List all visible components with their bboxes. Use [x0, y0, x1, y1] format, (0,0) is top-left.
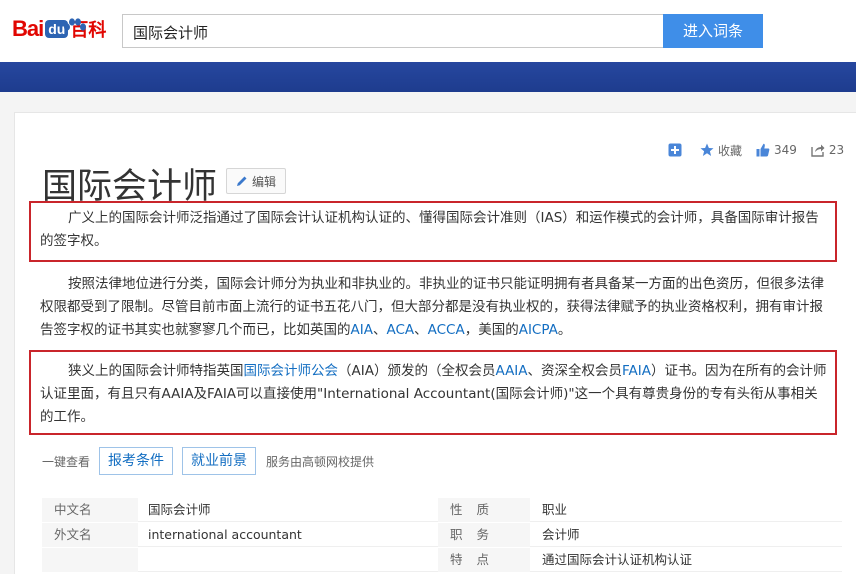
paragraph-text: 。	[557, 322, 572, 338]
info-label: 职务	[438, 523, 530, 547]
table-row: 外文名 international accountant 职务 会计师	[42, 523, 842, 548]
link-acca[interactable]: ACCA	[428, 322, 465, 338]
info-value	[138, 548, 438, 572]
collect-label: 收藏	[718, 143, 743, 158]
plus-square-icon	[668, 143, 682, 157]
info-label: 外文名	[42, 523, 138, 547]
enter-entry-button[interactable]: 进入词条	[663, 14, 763, 48]
quick-view-bar: 一键查看 报考条件 就业前景 服务由高顿网校提供	[42, 447, 374, 475]
info-label: 性质	[438, 498, 530, 522]
info-value: 职业	[530, 498, 842, 522]
star-icon	[700, 143, 714, 156]
paragraph-text: 、资深全权会员	[527, 363, 623, 379]
separator: 、	[372, 322, 387, 338]
info-value: 国际会计师	[138, 498, 438, 522]
top-header: Bai du 百科 国际会计师 进入词条	[0, 0, 856, 62]
paragraph-broad-definition: 广义上的国际会计师泛指通过了国际会计认证机构认证的、懂得国际会计准则（IAS）和…	[40, 210, 819, 249]
link-aia[interactable]: AIA	[351, 322, 373, 338]
like-button[interactable]: 349	[756, 143, 797, 157]
edit-label: 编辑	[251, 174, 276, 189]
service-provider-note: 服务由高顿网校提供	[266, 454, 375, 469]
info-value: 通过国际会计认证机构认证	[530, 548, 842, 572]
link-faia[interactable]: FAIA	[622, 363, 651, 379]
share-button[interactable]: 23	[811, 143, 844, 157]
search-input[interactable]: 国际会计师	[122, 14, 664, 48]
link-institute-of-accountants[interactable]: 国际会计师公会	[244, 363, 339, 379]
separator: 、	[414, 322, 428, 338]
collect-button[interactable]: 收藏	[700, 142, 742, 159]
baidu-baike-logo[interactable]: Bai du 百科	[12, 12, 106, 46]
table-row: 特点 通过国际会计认证机构认证	[42, 548, 842, 573]
link-aicpa[interactable]: AICPA	[519, 322, 558, 338]
entry-toolbar: 收藏 349 23	[668, 141, 856, 159]
add-button[interactable]	[668, 143, 686, 157]
info-value: international accountant	[138, 523, 438, 547]
share-count: 23	[828, 143, 845, 157]
link-aca[interactable]: ACA	[386, 322, 414, 338]
career-prospects-button[interactable]: 就业前景	[182, 447, 257, 475]
nav-banner	[0, 62, 856, 92]
paragraph-text: 狭义上的国际会计师特指英国	[68, 363, 244, 379]
paragraph-narrow-definition: 狭义上的国际会计师特指英国国际会计师公会（AIA）颁发的（全权会员AAIA、资深…	[40, 360, 830, 429]
share-icon	[811, 144, 825, 157]
edit-button[interactable]: 编辑	[226, 168, 286, 194]
thumbs-up-icon	[756, 143, 770, 157]
like-count: 349	[774, 143, 797, 157]
table-row: 中文名 国际会计师 性质 职业	[42, 498, 842, 523]
exam-requirements-button[interactable]: 报考条件	[99, 447, 174, 475]
paragraph-classification: 按照法律地位进行分类，国际会计师分为执业和非执业的。非执业的证书只能证明拥有者具…	[40, 273, 830, 342]
pencil-icon	[236, 176, 247, 186]
link-aaia[interactable]: AAIA	[495, 363, 527, 379]
paw-icon	[64, 18, 86, 31]
logo-bai: Bai	[12, 16, 44, 41]
info-value: 会计师	[530, 523, 842, 547]
paragraph-text: ，美国的	[464, 322, 519, 338]
info-label: 中文名	[42, 498, 138, 522]
quick-view-label: 一键查看	[42, 454, 91, 469]
info-label: 特点	[438, 548, 530, 572]
paragraph-text: （AIA）颁发的（全权会员	[338, 363, 496, 379]
info-label	[42, 548, 138, 572]
